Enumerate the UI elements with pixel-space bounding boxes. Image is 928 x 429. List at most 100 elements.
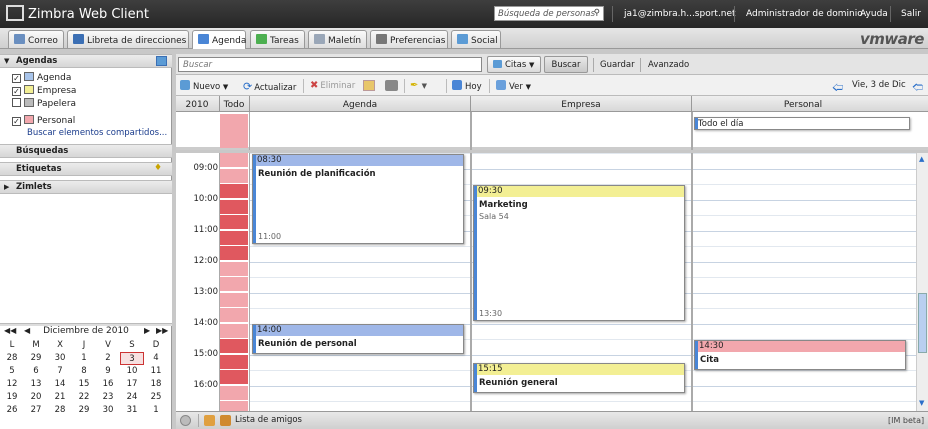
delete-button[interactable]: ✖ Eliminar bbox=[310, 80, 355, 91]
mini-calendar-day[interactable]: 28 bbox=[0, 352, 24, 365]
mini-calendar-day[interactable]: 12 bbox=[0, 378, 24, 391]
search-button[interactable]: Buscar bbox=[544, 56, 588, 73]
tab-social[interactable]: Social bbox=[451, 30, 501, 48]
mini-calendar-day[interactable]: 30 bbox=[48, 352, 72, 365]
mini-calendar-day[interactable]: 29 bbox=[72, 404, 96, 417]
mini-calendar-day[interactable]: 5 bbox=[0, 365, 24, 378]
appointment[interactable]: 09:30 Marketing Sala 54 13:30 bbox=[473, 184, 685, 321]
mini-calendar-day[interactable]: 1 bbox=[144, 404, 168, 417]
searches-header[interactable]: Búsquedas bbox=[0, 144, 172, 158]
mini-calendar-day[interactable]: 1 bbox=[72, 352, 96, 365]
view-button[interactable]: Ver ▼ bbox=[496, 80, 531, 92]
admin-link[interactable]: Administrador de dominio bbox=[746, 9, 863, 19]
zimlets-header[interactable]: ▶ Zimlets bbox=[0, 180, 172, 194]
search-type-select[interactable]: Citas ▼ bbox=[487, 56, 541, 73]
find-shared-link[interactable]: Buscar elementos compartidos... bbox=[27, 128, 167, 138]
checkbox[interactable]: ✓ bbox=[12, 117, 21, 126]
print-icon[interactable] bbox=[385, 80, 398, 91]
mini-calendar-day[interactable]: 15 bbox=[72, 378, 96, 391]
search-icon[interactable]: ⚲ bbox=[594, 8, 600, 18]
appointment[interactable]: 14:30 Cita bbox=[694, 339, 906, 370]
tag-icon[interactable]: ♦ bbox=[154, 163, 162, 173]
collapse-arrow-icon[interactable]: ▼ bbox=[4, 57, 9, 65]
personal-column-header[interactable]: Personal bbox=[692, 100, 914, 110]
appointment[interactable]: 15:15 Reunión general bbox=[473, 362, 685, 393]
checkbox[interactable] bbox=[12, 98, 21, 107]
scrollbar-thumb[interactable] bbox=[918, 293, 927, 353]
user-account[interactable]: ja1@zimbra.h...sport.net bbox=[624, 9, 736, 19]
presence-icon[interactable] bbox=[180, 415, 191, 426]
mini-calendar-day[interactable]: 27 bbox=[24, 404, 48, 417]
mini-calendar-day[interactable]: 26 bbox=[0, 404, 24, 417]
add-buddy-icon[interactable] bbox=[204, 415, 215, 426]
calendar-item-agenda[interactable]: ✓ Agenda bbox=[12, 72, 71, 84]
appointment[interactable]: 14:00 Reunión de personal bbox=[252, 324, 464, 354]
tab-maletín[interactable]: Maletín bbox=[308, 30, 367, 48]
tab-tareas[interactable]: Tareas bbox=[250, 30, 305, 48]
empresa-column-header[interactable]: Empresa bbox=[471, 100, 691, 110]
mini-calendar-day[interactable]: 23 bbox=[96, 391, 120, 404]
agenda-column-header[interactable]: Agenda bbox=[250, 100, 470, 110]
new-button[interactable]: Nuevo ▼ bbox=[180, 80, 228, 92]
logout-link[interactable]: Salir bbox=[901, 9, 921, 19]
next-year-icon[interactable]: ▶▶ bbox=[156, 326, 168, 335]
checkbox[interactable]: ✓ bbox=[12, 74, 21, 83]
scroll-down-icon[interactable]: ▼ bbox=[919, 399, 924, 407]
mini-calendar-day[interactable]: 25 bbox=[144, 391, 168, 404]
mini-calendar-day[interactable]: 24 bbox=[120, 391, 144, 404]
tag-icon[interactable]: ✒ ▼ bbox=[410, 80, 427, 91]
vertical-scrollbar[interactable]: ▲ ▼ bbox=[916, 153, 928, 411]
mini-calendar-day[interactable]: 4 bbox=[144, 352, 168, 365]
appointment[interactable]: 08:30 Reunión de planificación 11:00 bbox=[252, 154, 464, 244]
calendar-search-input[interactable]: Buscar bbox=[178, 57, 482, 72]
mini-calendar-title[interactable]: Diciembre de 2010 bbox=[36, 326, 136, 336]
tab-correo[interactable]: Correo bbox=[8, 30, 64, 48]
mini-calendar-day[interactable]: 7 bbox=[48, 365, 72, 378]
refresh-button[interactable]: ⟳ Actualizar bbox=[243, 80, 296, 93]
mini-calendar-day[interactable]: 11 bbox=[144, 365, 168, 378]
prev-month-icon[interactable]: ◀ bbox=[24, 326, 30, 335]
mini-calendar-day[interactable]: 21 bbox=[48, 391, 72, 404]
prev-year-icon[interactable]: ◀◀ bbox=[4, 326, 16, 335]
advanced-search-button[interactable]: Avanzado bbox=[648, 60, 689, 70]
mini-calendar-day[interactable]: 18 bbox=[144, 378, 168, 391]
mini-calendar-day[interactable]: 20 bbox=[24, 391, 48, 404]
tab-libreta-de-direcciones[interactable]: Libreta de direcciones bbox=[67, 30, 189, 48]
mini-calendar-day[interactable]: 29 bbox=[24, 352, 48, 365]
expand-arrow-icon[interactable]: ▶ bbox=[4, 183, 9, 191]
all-day-event[interactable]: Todo el día bbox=[694, 117, 910, 130]
agendas-header[interactable]: ▼ Agendas bbox=[0, 54, 172, 68]
calendar-item-personal[interactable]: ✓ Personal bbox=[12, 115, 75, 127]
calendar-item-papelera[interactable]: Papelera bbox=[12, 98, 76, 110]
next-month-icon[interactable]: ▶ bbox=[144, 326, 150, 335]
mini-calendar-day[interactable]: 10 bbox=[120, 365, 144, 378]
people-search-input[interactable]: Búsqueda de personas ⚲ bbox=[494, 6, 604, 21]
tab-preferencias[interactable]: Preferencias bbox=[370, 30, 448, 48]
mini-calendar-day[interactable]: 9 bbox=[96, 365, 120, 378]
help-link[interactable]: Ayuda bbox=[860, 9, 888, 19]
today-button[interactable]: Hoy bbox=[452, 80, 482, 92]
mini-calendar-day[interactable]: 30 bbox=[96, 404, 120, 417]
mini-calendar-day[interactable]: 13 bbox=[24, 378, 48, 391]
mini-calendar-day[interactable]: 22 bbox=[72, 391, 96, 404]
all-day-area[interactable]: Todo el día bbox=[176, 112, 928, 150]
mini-calendar-day[interactable]: 8 bbox=[72, 365, 96, 378]
buddy-list-label[interactable]: Lista de amigos bbox=[235, 415, 302, 425]
checkbox[interactable]: ✓ bbox=[12, 87, 21, 96]
mini-calendar-day[interactable]: 6 bbox=[24, 365, 48, 378]
mini-calendar-day[interactable]: 3 bbox=[120, 352, 144, 365]
mini-calendar-day[interactable]: 17 bbox=[120, 378, 144, 391]
save-search-button[interactable]: Guardar bbox=[600, 60, 635, 70]
calendar-item-empresa[interactable]: ✓ Empresa bbox=[12, 85, 76, 97]
mini-calendar-day[interactable]: 31 bbox=[120, 404, 144, 417]
move-icon[interactable] bbox=[363, 80, 375, 91]
mini-calendar-day[interactable]: 14 bbox=[48, 378, 72, 391]
mini-calendar-day[interactable]: 19 bbox=[0, 391, 24, 404]
tags-header[interactable]: Etiquetas ♦ bbox=[0, 162, 172, 176]
mini-calendar-day[interactable]: 16 bbox=[96, 378, 120, 391]
day-grid[interactable]: 09:00 10:00 11:00 12:00 13:00 14:00 15:00 16:00… bbox=[176, 153, 928, 411]
scroll-up-icon[interactable]: ▲ bbox=[919, 155, 924, 163]
mini-calendar-day[interactable]: 2 bbox=[96, 352, 120, 365]
tab-agenda[interactable]: Agenda bbox=[192, 30, 246, 49]
mini-calendar-day[interactable]: 28 bbox=[48, 404, 72, 417]
